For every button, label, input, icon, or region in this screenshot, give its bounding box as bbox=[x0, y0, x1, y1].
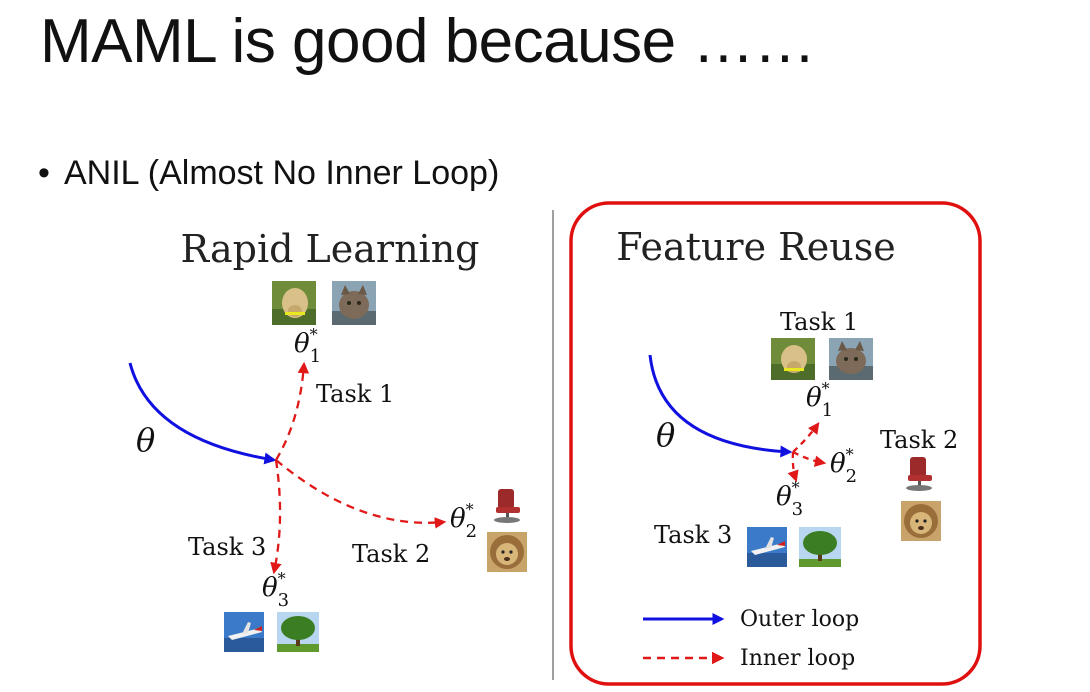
right-inner-loop-task3 bbox=[787, 451, 799, 483]
dog-thumbnail-right bbox=[771, 338, 815, 380]
feature-reuse-panel: Feature Reuse Task 1 θ* 1 θ θ* 2 Task 2 … bbox=[616, 225, 958, 671]
airplane-thumbnail bbox=[224, 612, 264, 652]
legend-inner-label: Inner loop bbox=[740, 646, 855, 671]
legend-outer-label: Outer loop bbox=[740, 607, 859, 632]
right-inner-loop-task2 bbox=[792, 450, 827, 467]
right-inner-loop-task1 bbox=[792, 422, 820, 453]
lion-thumbnail-right bbox=[901, 501, 941, 541]
anil-diagram: Rapid Learning θ*1 Task 1 Task 2 Task 3 bbox=[128, 201, 982, 686]
right-theta-2-star: θ* 2 bbox=[830, 445, 857, 487]
tree-thumbnail-right bbox=[799, 527, 841, 567]
theta-1-star: θ* 1 bbox=[294, 325, 321, 367]
cat-thumbnail-right bbox=[829, 338, 873, 380]
dog-thumbnail bbox=[272, 281, 316, 325]
left-task3-label: Task 3 bbox=[188, 533, 266, 561]
right-theta-label: θ bbox=[656, 416, 675, 454]
airplane-thumbnail-right bbox=[747, 527, 787, 567]
cat-thumbnail bbox=[332, 281, 376, 325]
theta-3-star: θ* 3 bbox=[262, 569, 289, 611]
left-theta-label: θ bbox=[136, 421, 155, 459]
tree-thumbnail bbox=[277, 612, 319, 652]
left-inner-loop-task2 bbox=[275, 459, 447, 529]
feature-reuse-heading: Feature Reuse bbox=[616, 225, 895, 269]
right-task2-label: Task 2 bbox=[880, 426, 958, 454]
left-task1-label: Task 1 bbox=[316, 380, 394, 408]
right-task3-label: Task 3 bbox=[654, 521, 732, 549]
legend: Outer loop Inner loop bbox=[643, 607, 859, 671]
rapid-learning-panel: Rapid Learning θ*1 Task 1 Task 2 Task 3 bbox=[128, 227, 527, 652]
left-task2-label: Task 2 bbox=[352, 540, 430, 568]
theta-2-star: θ* 2 bbox=[450, 500, 477, 542]
right-task1-label: Task 1 bbox=[780, 308, 858, 336]
right-theta-3-star: θ* 3 bbox=[776, 478, 803, 520]
left-inner-loop-task3 bbox=[270, 459, 282, 575]
lion-thumbnail bbox=[487, 532, 527, 572]
right-theta-1-star: θ* 1 bbox=[806, 379, 833, 421]
chair-thumbnail bbox=[494, 489, 520, 523]
left-inner-loop-task1 bbox=[275, 361, 310, 461]
rapid-learning-heading: Rapid Learning bbox=[181, 227, 480, 271]
chair-thumbnail-right bbox=[906, 457, 932, 491]
